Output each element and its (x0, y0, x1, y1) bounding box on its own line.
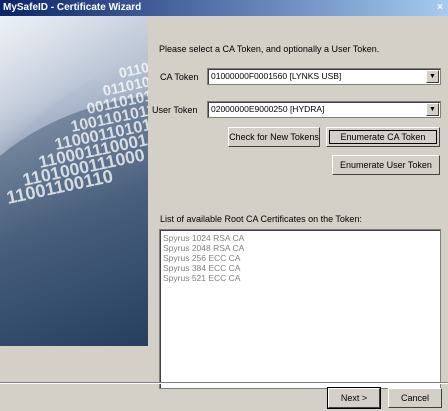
close-icon[interactable]: × (434, 1, 446, 14)
user-token-label: User Token (152, 105, 198, 115)
next-button[interactable]: Next > (327, 387, 381, 409)
footer-divider (0, 382, 448, 384)
ca-token-label: CA Token (160, 72, 199, 82)
ca-token-value: 01000000F0001560 [LYNKS USB] (211, 71, 342, 81)
wizard-content: Please select a CA Token, and optionally… (152, 16, 448, 411)
cert-list-label: List of available Root CA Certificates o… (160, 214, 362, 224)
user-token-value: 02000000E9000250 [HYDRA] (211, 104, 325, 114)
ca-token-combobox[interactable]: 01000000F0001560 [LYNKS USB] ▼ (207, 68, 441, 85)
root-ca-certificates-list[interactable]: Spyrus 1024 RSA CA Spyrus 2048 RSA CA Sp… (159, 229, 441, 389)
next-button-label: Next > (340, 393, 368, 403)
chevron-down-icon[interactable]: ▼ (426, 103, 439, 116)
list-item[interactable]: Spyrus 521 ECC CA (163, 273, 437, 283)
cancel-button[interactable]: Cancel (388, 388, 442, 408)
list-item[interactable]: Spyrus 2048 RSA CA (163, 243, 437, 253)
instructions-text: Please select a CA Token, and optionally… (159, 44, 380, 54)
list-item[interactable]: Spyrus 256 ECC CA (163, 253, 437, 263)
user-token-combobox[interactable]: 02000000E9000250 [HYDRA] ▼ (207, 101, 441, 118)
wizard-banner-image: 011001 0110101 00110101 1001101011 110001101… (0, 16, 148, 346)
chevron-down-icon[interactable]: ▼ (426, 70, 439, 83)
enumerate-user-token-button[interactable]: Enumerate User Token (332, 155, 440, 175)
title-bar[interactable]: MySafeID - Certificate Wizard × (0, 0, 448, 16)
enumerate-ca-token-button[interactable]: Enumerate CA Token (326, 127, 440, 147)
certificate-wizard-window: MySafeID - Certificate Wizard × 011001 01… (0, 0, 448, 411)
window-title: MySafeID - Certificate Wizard (3, 2, 142, 13)
list-item[interactable]: Spyrus 1024 RSA CA (163, 233, 437, 243)
list-item[interactable]: Spyrus 384 ECC CA (163, 263, 437, 273)
cancel-button-label: Cancel (400, 393, 429, 403)
check-new-tokens-button[interactable]: Check for New Tokens (228, 127, 320, 147)
